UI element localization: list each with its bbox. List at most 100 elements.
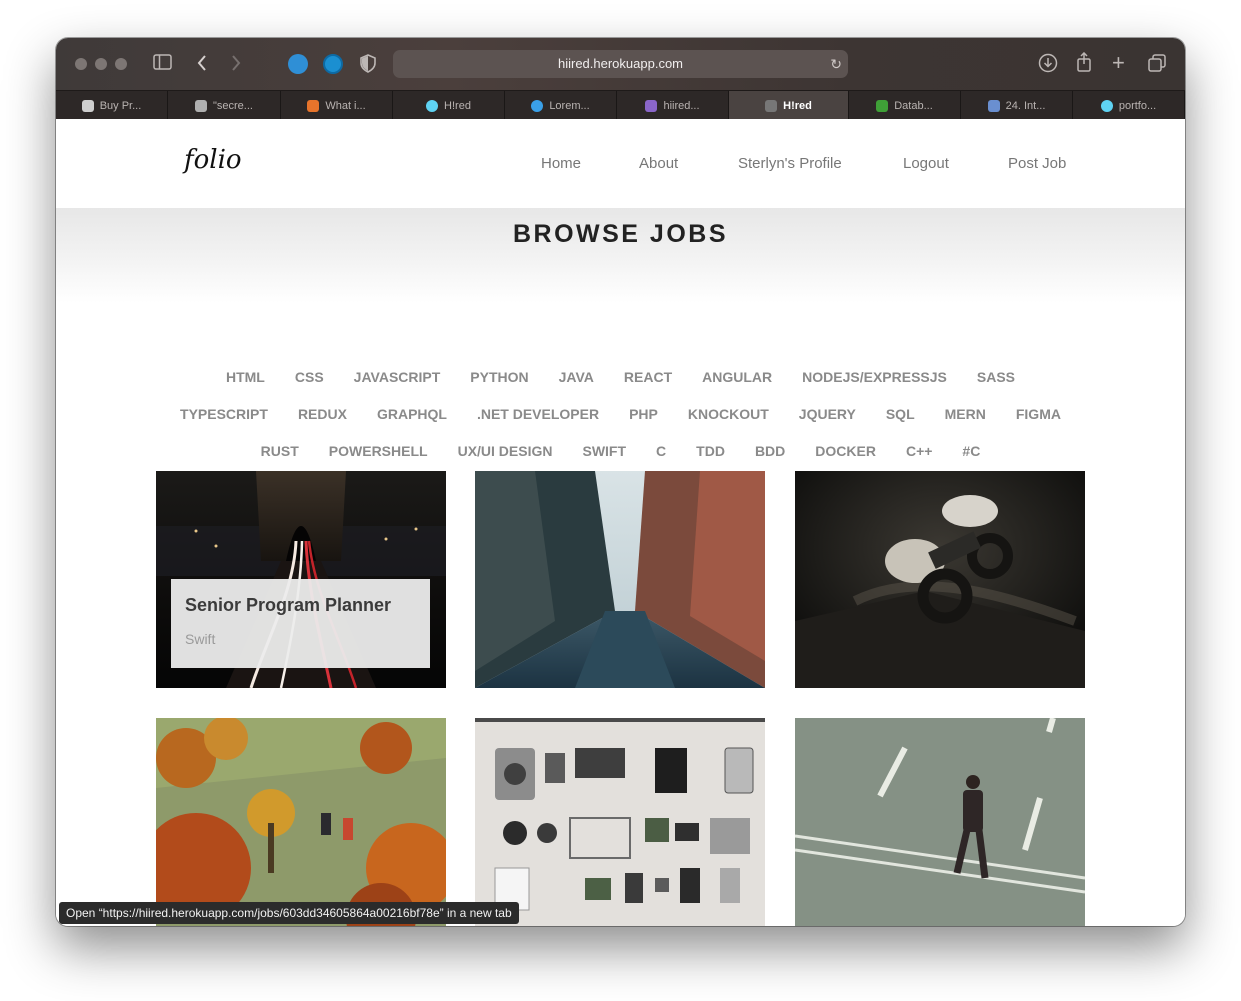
tag-filter-link[interactable]: JQUERY [784, 406, 871, 422]
browser-tab[interactable]: H!red [393, 91, 505, 120]
react-icon [1100, 99, 1113, 112]
tag-filter-link[interactable]: ANGULAR [687, 369, 787, 385]
tag-filter-link[interactable]: HTML [211, 369, 280, 385]
apple-icon [81, 99, 94, 112]
job-title[interactable]: Senior Program Planner [185, 595, 391, 616]
tag-filter-link[interactable]: SQL [871, 406, 930, 422]
browser-toolbar: hiired.herokuapp.com ↻ + [56, 38, 1185, 90]
close-window-button[interactable] [75, 58, 87, 70]
browser-tab[interactable]: portfo... [1073, 91, 1185, 120]
back-icon[interactable] [196, 54, 208, 77]
extension-tailwind-icon[interactable] [288, 54, 308, 74]
tag-filter-link[interactable]: SASS [962, 369, 1030, 385]
browser-tab-label: Lorem... [549, 99, 590, 112]
tag-filter-link[interactable]: PYTHON [455, 369, 543, 385]
job-card-overlay[interactable]: Senior Program Planner Swift [171, 579, 430, 668]
tag-filter-link[interactable]: TDD [681, 443, 740, 459]
browser-tab[interactable]: "secre... [168, 91, 281, 120]
tag-filter-link[interactable]: POWERSHELL [314, 443, 443, 459]
new-tab-icon[interactable]: + [1112, 52, 1125, 74]
downloads-icon[interactable] [1038, 53, 1058, 78]
tag-filter-link[interactable]: REACT [609, 369, 687, 385]
job-card[interactable]: Senior Program Planner Swift [156, 471, 446, 688]
tag-filter-link[interactable]: #C [947, 443, 995, 459]
tag-filter-link[interactable]: JAVASCRIPT [339, 369, 456, 385]
job-card[interactable] [795, 471, 1085, 688]
browser-window: hiired.herokuapp.com ↻ + Buy Pr... "secre… [56, 38, 1185, 926]
tag-filter-link[interactable]: NODEJS/EXPRESSJS [787, 369, 962, 385]
browser-tab[interactable]: Buy Pr... [56, 91, 168, 120]
tag-filter-link[interactable]: C [641, 443, 681, 459]
nav-home-link[interactable]: Home [541, 155, 581, 172]
nav-logout-link[interactable]: Logout [903, 155, 949, 172]
zoom-window-button[interactable] [115, 58, 127, 70]
job-card[interactable] [795, 718, 1085, 926]
tag-filter-link[interactable]: REDUX [283, 406, 362, 422]
tag-filter-row: HTML CSS JAVASCRIPT PYTHON JAVA REACT ANGULAR N… [56, 369, 1185, 385]
react-icon [426, 99, 439, 112]
share-icon[interactable] [1076, 51, 1092, 78]
tag-filter-link[interactable]: PHP [614, 406, 673, 422]
heroku-icon [645, 99, 658, 112]
browser-tab[interactable]: What i... [281, 91, 393, 120]
job-card[interactable] [475, 718, 765, 926]
globe-icon [531, 99, 544, 112]
minimize-window-button[interactable] [95, 58, 107, 70]
tag-filter-link[interactable]: .NET DEVELOPER [462, 406, 614, 422]
tag-filter-link[interactable]: FIGMA [1001, 406, 1076, 422]
link-status-bar: Open “https://hiired.herokuapp.com/jobs/… [59, 902, 519, 924]
tag-filter-link[interactable]: GRAPHQL [362, 406, 462, 422]
site-logo[interactable]: folio [184, 145, 242, 175]
forward-icon[interactable] [230, 54, 242, 77]
nav-post-job-link[interactable]: Post Job [1008, 155, 1066, 172]
browser-tab-label: "secre... [213, 99, 253, 112]
tab-overview-icon[interactable] [1148, 54, 1166, 77]
mongodb-icon [876, 99, 889, 112]
job-card[interactable] [156, 718, 446, 926]
job-image-man-crossing [795, 718, 1085, 926]
h-icon [765, 99, 778, 112]
browser-tab[interactable]: H!red [729, 91, 849, 120]
tag-filter-link[interactable]: TYPESCRIPT [165, 406, 283, 422]
tag-filter-link[interactable]: BDD [740, 443, 800, 459]
tag-filter-link[interactable]: DOCKER [800, 443, 891, 459]
browser-tab-label: Buy Pr... [99, 99, 142, 112]
job-image-city-street [475, 471, 765, 688]
tag-filter-link[interactable]: CSS [280, 369, 339, 385]
browser-tab-label: What i... [325, 99, 366, 112]
browser-tab-label: H!red [444, 99, 471, 112]
browser-tab[interactable]: hiired... [617, 91, 729, 120]
web-page: folio Home About Sterlyn's Profile Logou… [56, 119, 1185, 926]
browser-tab-label: H!red [783, 99, 812, 112]
browser-tab[interactable]: Lorem... [505, 91, 617, 120]
tag-filter-row: TYPESCRIPT REDUX GRAPHQL .NET DEVELOPER PHP K… [56, 406, 1185, 422]
stackoverflow-icon [307, 99, 320, 112]
nav-profile-link[interactable]: Sterlyn's Profile [738, 155, 842, 172]
tag-filter-link[interactable]: RUST [246, 443, 314, 459]
browser-tab-label: hiired... [663, 99, 700, 112]
reload-icon[interactable]: ↻ [830, 50, 842, 78]
job-image-autumn-hikers [156, 718, 446, 926]
browser-tab[interactable]: Datab... [849, 91, 961, 120]
tag-filter-link[interactable]: MERN [930, 406, 1001, 422]
job-image-camera-parts [475, 718, 765, 926]
browser-tab[interactable]: 24. Int... [961, 91, 1073, 120]
browser-tab-label: 24. Int... [1005, 99, 1046, 112]
page-title: BROWSE JOBS [512, 220, 729, 248]
site-navbar: folio Home About Sterlyn's Profile Logou… [56, 119, 1185, 208]
nav-about-link[interactable]: About [639, 155, 678, 172]
sidebar-icon[interactable] [153, 54, 172, 75]
adblock-icon[interactable] [323, 54, 343, 74]
tag-filter-link[interactable]: KNOCKOUT [673, 406, 784, 422]
job-skill: Swift [185, 631, 216, 647]
tag-filter-link[interactable]: SWIFT [567, 443, 641, 459]
address-bar[interactable]: hiired.herokuapp.com ↻ [393, 50, 848, 78]
tag-filter-link[interactable]: C++ [891, 443, 947, 459]
cloud-icon [987, 99, 1000, 112]
browser-tab-label: portfo... [1118, 99, 1157, 112]
tag-filter-link[interactable]: JAVA [544, 369, 609, 385]
tag-filter-link[interactable]: UX/UI DESIGN [443, 443, 568, 459]
job-card[interactable] [475, 471, 765, 688]
hero-banner: BROWSE JOBS [56, 208, 1185, 303]
privacy-shield-icon[interactable] [360, 54, 376, 78]
